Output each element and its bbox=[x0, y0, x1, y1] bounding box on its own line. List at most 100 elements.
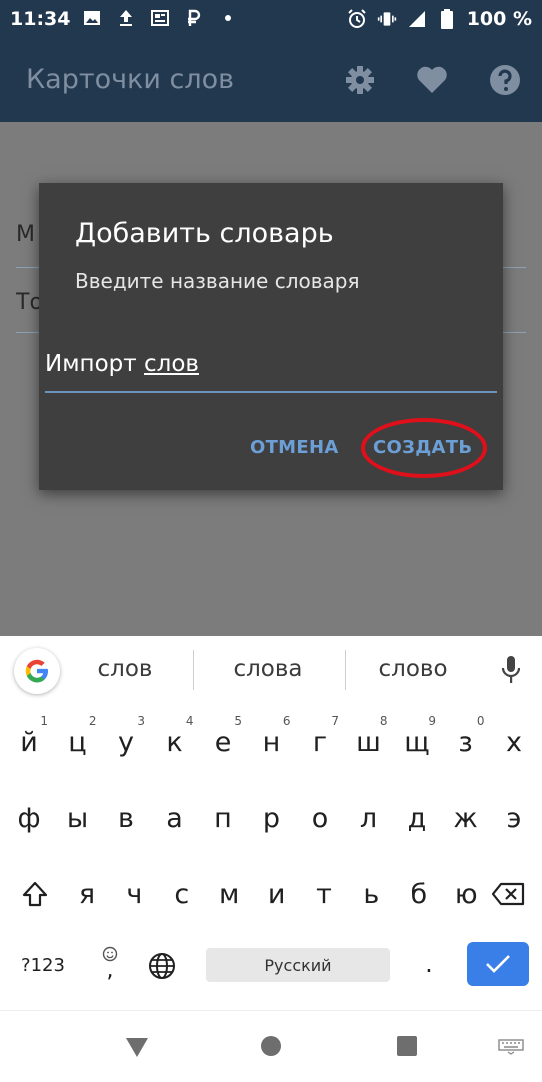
key-label: э bbox=[506, 802, 522, 834]
settings-icon[interactable] bbox=[342, 62, 378, 98]
key[interactable]: э bbox=[491, 782, 537, 854]
key[interactable]: ь bbox=[348, 858, 394, 930]
key-label: с bbox=[174, 878, 190, 910]
key[interactable]: о bbox=[297, 782, 343, 854]
key[interactable]: с bbox=[159, 858, 205, 930]
news-icon bbox=[150, 8, 170, 28]
key-label: г bbox=[312, 726, 328, 758]
key[interactable]: б bbox=[396, 858, 442, 930]
key[interactable]: щ9 bbox=[394, 706, 440, 778]
key[interactable]: ю bbox=[443, 858, 489, 930]
key-label: д bbox=[407, 802, 427, 834]
globe-icon[interactable] bbox=[142, 946, 182, 986]
key-hint: 2 bbox=[88, 714, 97, 728]
key[interactable]: ф bbox=[6, 782, 52, 854]
highlight-circle bbox=[361, 418, 487, 478]
key-label: з bbox=[458, 726, 473, 758]
key-label: о bbox=[311, 802, 329, 834]
status-system-icons: 100 % bbox=[347, 8, 532, 30]
key[interactable]: е5 bbox=[200, 706, 246, 778]
app-title: Карточки слов bbox=[26, 64, 235, 95]
key[interactable]: к4 bbox=[152, 706, 198, 778]
key[interactable]: х bbox=[491, 706, 537, 778]
key[interactable]: ш8 bbox=[346, 706, 392, 778]
key[interactable]: а bbox=[152, 782, 198, 854]
key-label: е bbox=[214, 726, 232, 758]
period-key[interactable]: . bbox=[414, 944, 444, 984]
key-label: в bbox=[118, 802, 134, 834]
key[interactable]: у3 bbox=[103, 706, 149, 778]
suggestion-divider bbox=[345, 650, 346, 690]
key[interactable]: н6 bbox=[249, 706, 295, 778]
key-label: й bbox=[20, 726, 38, 758]
home-icon[interactable] bbox=[260, 1035, 282, 1061]
key[interactable]: р bbox=[249, 782, 295, 854]
key-label: н bbox=[262, 726, 281, 758]
status-notification-icons bbox=[82, 8, 238, 28]
back-icon[interactable] bbox=[124, 1035, 150, 1063]
key-label: ы bbox=[66, 802, 89, 834]
help-icon[interactable] bbox=[487, 62, 523, 98]
suggestion-2[interactable]: слова bbox=[203, 656, 333, 682]
enter-key[interactable] bbox=[467, 942, 529, 986]
key-label: ч bbox=[126, 878, 143, 910]
key-row-4: ?123 , Русский . bbox=[0, 934, 542, 1006]
key-label: х bbox=[506, 726, 522, 758]
space-key[interactable]: Русский bbox=[206, 948, 390, 982]
heart-icon[interactable] bbox=[414, 62, 450, 98]
key[interactable]: й1 bbox=[6, 706, 52, 778]
input-text-composing-word: слов bbox=[143, 351, 199, 377]
key[interactable]: я bbox=[64, 858, 110, 930]
dialog-message: Введите название словаря bbox=[75, 269, 360, 293]
key[interactable]: в bbox=[103, 782, 149, 854]
key[interactable]: ц2 bbox=[55, 706, 101, 778]
suggestion-3[interactable]: слово bbox=[348, 656, 478, 682]
key-hint: 0 bbox=[476, 714, 485, 728]
app-bar: Карточки слов bbox=[0, 38, 542, 122]
key-label: а bbox=[166, 802, 183, 834]
ruble-icon bbox=[184, 8, 204, 28]
key-label: ж bbox=[453, 802, 478, 834]
backspace-key[interactable] bbox=[484, 870, 532, 918]
keyboard-icon[interactable] bbox=[498, 1039, 524, 1059]
suggestion-strip: слов слова слово bbox=[0, 636, 542, 706]
key-hint: 1 bbox=[40, 714, 48, 728]
key-label: и bbox=[267, 878, 286, 910]
key-label: ь bbox=[363, 878, 380, 910]
key-label: р bbox=[262, 802, 281, 834]
key-hint: 9 bbox=[428, 714, 436, 728]
dictionary-name-input[interactable]: Импорт слов bbox=[45, 351, 497, 393]
key[interactable]: т bbox=[301, 858, 347, 930]
microphone-icon[interactable] bbox=[500, 654, 522, 690]
key[interactable]: м bbox=[206, 858, 252, 930]
keyboard: слов слова слово й1ц2у3к4е5н6г7ш8щ9з0х ф… bbox=[0, 636, 542, 1010]
suggestion-divider bbox=[193, 650, 194, 690]
google-icon[interactable] bbox=[14, 648, 60, 694]
add-dictionary-dialog: Добавить словарь Введите название словар… bbox=[39, 183, 503, 490]
key[interactable]: ч bbox=[111, 858, 157, 930]
input-text-word: Импорт bbox=[45, 351, 137, 377]
symbols-key[interactable]: ?123 bbox=[8, 942, 78, 988]
key-label: я bbox=[78, 878, 96, 910]
suggestion-1[interactable]: слов bbox=[60, 656, 190, 682]
key[interactable]: ж bbox=[443, 782, 489, 854]
key[interactable]: л bbox=[346, 782, 392, 854]
vibrate-icon bbox=[377, 9, 397, 29]
image-icon bbox=[82, 8, 102, 28]
recents-icon[interactable] bbox=[396, 1035, 418, 1061]
status-time: 11:34 bbox=[10, 8, 71, 30]
dot-icon bbox=[218, 8, 238, 28]
key[interactable]: ы bbox=[55, 782, 101, 854]
cancel-button[interactable]: ОТМЕНА bbox=[250, 437, 339, 458]
key-hint: 7 bbox=[331, 714, 339, 728]
key-row-1: й1ц2у3к4е5н6г7ш8щ9з0х bbox=[0, 706, 542, 778]
shift-key[interactable] bbox=[12, 870, 58, 918]
key[interactable]: з0 bbox=[443, 706, 489, 778]
key[interactable]: г7 bbox=[297, 706, 343, 778]
key[interactable]: п bbox=[200, 782, 246, 854]
key-label: м bbox=[219, 878, 240, 910]
key[interactable]: и bbox=[254, 858, 300, 930]
emoji-comma-key[interactable]: , bbox=[92, 938, 128, 988]
key[interactable]: д bbox=[394, 782, 440, 854]
key-hint: 6 bbox=[282, 714, 291, 728]
